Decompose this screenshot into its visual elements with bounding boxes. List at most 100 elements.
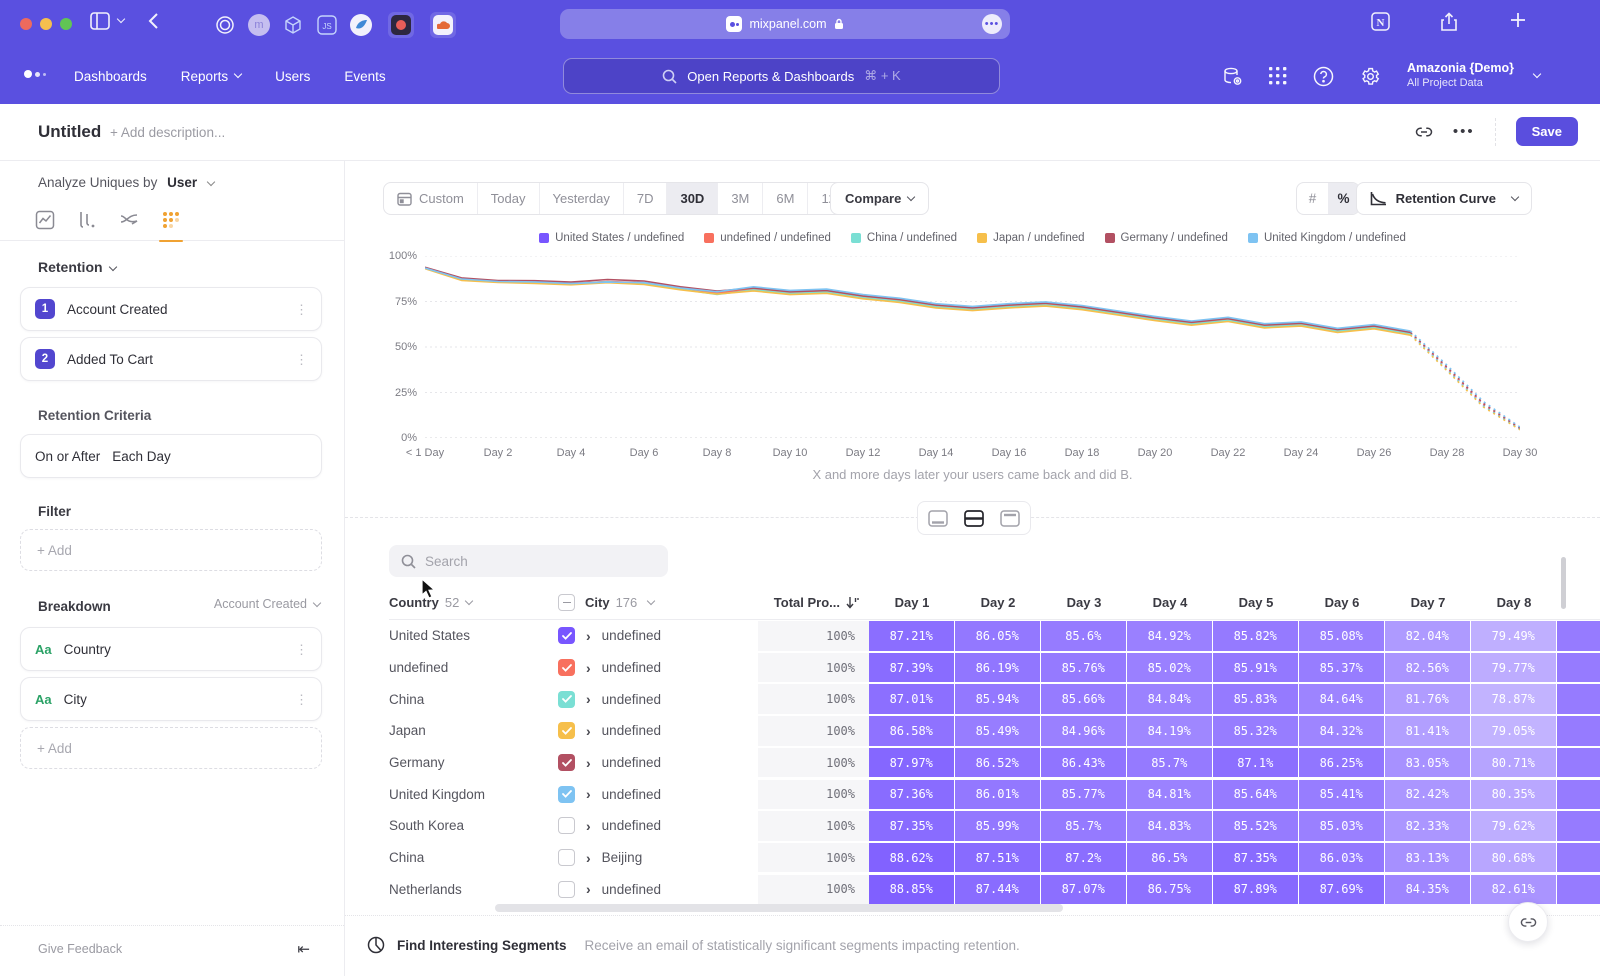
apps-grid-icon[interactable] xyxy=(1269,67,1287,85)
day-column-header[interactable]: Day 5 xyxy=(1213,595,1299,610)
day-column-header[interactable]: Day 3 xyxy=(1041,595,1127,610)
breakdown-add-button[interactable]: + Add xyxy=(20,727,322,769)
legend-item[interactable]: Japan / undefined xyxy=(977,232,1084,244)
expand-chevron-icon[interactable]: › xyxy=(586,786,591,802)
tab-flows[interactable] xyxy=(116,207,142,233)
retention-chart[interactable] xyxy=(425,256,1520,438)
step-card-account-created[interactable]: 1 Account Created ⋮ xyxy=(20,287,322,331)
row-checkbox[interactable] xyxy=(558,722,575,739)
select-all-checkbox[interactable] xyxy=(558,594,575,611)
day-column-header[interactable]: Day 6 xyxy=(1299,595,1385,610)
criteria-each-day[interactable]: Each Day xyxy=(112,449,307,464)
expand-chevron-icon[interactable]: › xyxy=(586,723,591,739)
range-6m[interactable]: 6M xyxy=(763,183,808,214)
row-checkbox[interactable] xyxy=(558,627,575,644)
layout-chart-only-button[interactable] xyxy=(924,505,952,531)
legend-item[interactable]: undefined / undefined xyxy=(704,232,831,244)
day-column-header[interactable]: Day 7 xyxy=(1385,595,1471,610)
expand-chevron-icon[interactable]: › xyxy=(586,755,591,771)
breakdown-card-city[interactable]: Aa City ⋮ xyxy=(20,677,322,721)
report-title[interactable]: Untitled xyxy=(38,122,101,142)
nav-item-dashboards[interactable]: Dashboards xyxy=(74,69,147,84)
range-yesterday[interactable]: Yesterday xyxy=(540,183,624,214)
window-controls[interactable] xyxy=(20,18,72,30)
address-bar[interactable]: mixpanel.com ••• xyxy=(560,9,1010,39)
add-description-button[interactable]: + Add description... xyxy=(110,125,225,140)
new-tab-plus-icon[interactable] xyxy=(1510,12,1526,28)
data-management-icon[interactable] xyxy=(1222,66,1243,87)
range-custom[interactable]: Custom xyxy=(384,183,478,214)
analyze-value[interactable]: User xyxy=(167,175,197,190)
m-avatar-icon[interactable]: m xyxy=(246,12,272,38)
zoom-window-button[interactable] xyxy=(60,18,72,30)
range-7d[interactable]: 7D xyxy=(624,183,668,214)
range-today[interactable]: Today xyxy=(478,183,540,214)
floating-share-link-button[interactable] xyxy=(1508,902,1548,942)
filter-add-button[interactable]: + Add xyxy=(20,529,322,571)
kebab-menu-icon[interactable]: ⋮ xyxy=(295,647,307,652)
cloud-app-icon[interactable] xyxy=(430,12,456,38)
layout-table-only-button[interactable] xyxy=(996,505,1024,531)
nav-item-reports[interactable]: Reports xyxy=(181,69,241,84)
criteria-on-or-after[interactable]: On or After xyxy=(35,449,100,464)
retention-criteria-card[interactable]: On or After Each Day xyxy=(20,434,322,478)
city-column-header[interactable]: City176 xyxy=(558,594,758,611)
tab-funnels[interactable] xyxy=(74,207,100,233)
share-icon[interactable] xyxy=(1440,12,1458,32)
chart-type-selector[interactable]: Retention Curve xyxy=(1356,182,1532,215)
save-button[interactable]: Save xyxy=(1516,117,1578,146)
row-checkbox[interactable] xyxy=(558,754,575,771)
expand-chevron-icon[interactable]: › xyxy=(586,818,591,834)
unit-percent-button[interactable]: % xyxy=(1328,183,1359,214)
total-column-header[interactable]: Total Pro... xyxy=(758,595,869,610)
find-segments-title[interactable]: Find Interesting Segments xyxy=(397,938,567,953)
tab-insights[interactable] xyxy=(32,207,58,233)
legend-item[interactable]: Germany / undefined xyxy=(1105,232,1228,244)
notion-icon[interactable]: N xyxy=(1371,12,1390,31)
breakdown-scope-selector[interactable]: Account Created xyxy=(214,597,320,611)
layout-split-button[interactable] xyxy=(960,505,988,531)
give-feedback-link[interactable]: Give Feedback xyxy=(38,942,122,956)
back-icon[interactable] xyxy=(148,12,159,30)
row-checkbox[interactable] xyxy=(558,817,575,834)
sidebar-toggle-icon[interactable] xyxy=(90,12,110,30)
breakdown-card-country[interactable]: Aa Country ⋮ xyxy=(20,627,322,671)
legend-item[interactable]: United States / undefined xyxy=(539,232,684,244)
js-icon[interactable]: JS xyxy=(314,12,340,38)
day-column-header[interactable]: Day 4 xyxy=(1127,595,1213,610)
bird-icon[interactable] xyxy=(348,12,374,38)
tab-retention[interactable] xyxy=(158,207,184,233)
analyze-uniques-row[interactable]: Analyze Uniques by User xyxy=(38,175,214,190)
horizontal-scrollbar[interactable] xyxy=(495,904,1063,912)
unit-number-button[interactable]: # xyxy=(1297,183,1328,214)
help-icon[interactable] xyxy=(1313,66,1334,87)
legend-item[interactable]: China / undefined xyxy=(851,232,957,244)
kebab-menu-icon[interactable]: ⋮ xyxy=(295,357,307,362)
copy-link-icon[interactable] xyxy=(1415,123,1433,141)
legend-item[interactable]: United Kingdom / undefined xyxy=(1248,232,1406,244)
settings-gear-icon[interactable] xyxy=(1360,66,1381,87)
row-checkbox[interactable] xyxy=(558,786,575,803)
row-checkbox[interactable] xyxy=(558,691,575,708)
page-options-icon[interactable]: ••• xyxy=(982,14,1002,34)
kebab-menu-icon[interactable]: ⋮ xyxy=(295,697,307,702)
row-checkbox[interactable] xyxy=(558,881,575,898)
tab-group-chevron-icon[interactable] xyxy=(118,18,124,24)
close-window-button[interactable] xyxy=(20,18,32,30)
global-search-button[interactable]: Open Reports & Dashboards ⌘ + K xyxy=(563,58,1000,94)
more-options-icon[interactable]: ••• xyxy=(1453,123,1475,140)
nav-item-users[interactable]: Users xyxy=(275,69,310,84)
table-search-input[interactable] xyxy=(425,554,645,569)
table-search[interactable] xyxy=(389,545,668,577)
target-icon[interactable] xyxy=(212,12,238,38)
expand-chevron-icon[interactable]: › xyxy=(586,660,591,676)
nav-item-events[interactable]: Events xyxy=(344,69,385,84)
range-30d[interactable]: 30D xyxy=(667,183,718,214)
vertical-scrollbar[interactable] xyxy=(1561,557,1566,609)
minimize-window-button[interactable] xyxy=(40,18,52,30)
row-checkbox[interactable] xyxy=(558,659,575,676)
day-column-header[interactable]: Day 1 xyxy=(869,595,955,610)
day-column-header[interactable]: Day 2 xyxy=(955,595,1041,610)
country-column-header[interactable]: Country 52 xyxy=(389,595,558,610)
mixpanel-logo[interactable] xyxy=(24,70,46,78)
